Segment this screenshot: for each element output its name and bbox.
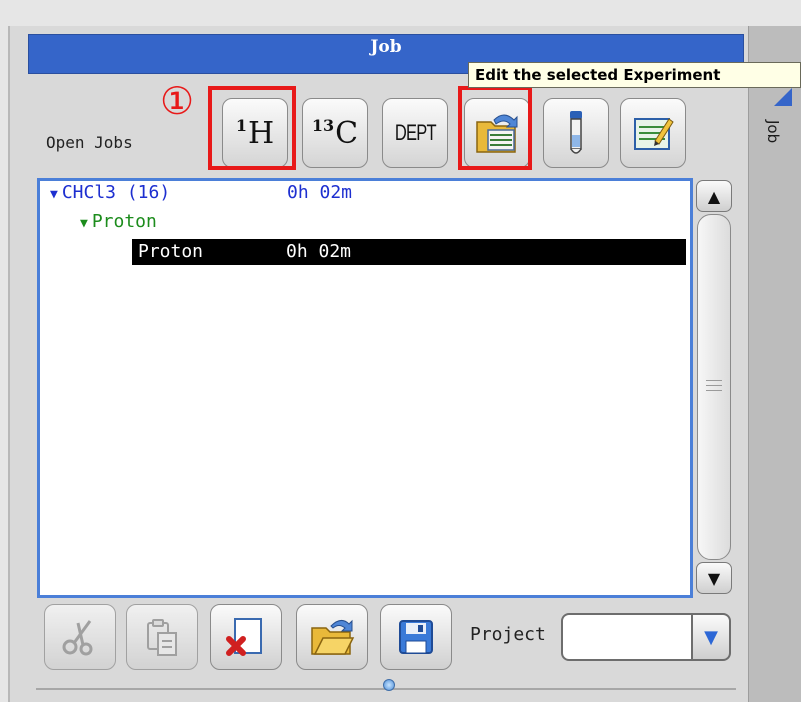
- tooltip: Edit the selected Experiment: [468, 62, 801, 88]
- edit-spectrum-button[interactable]: [620, 98, 686, 168]
- expand-triangle-icon[interactable]: ▼: [80, 216, 88, 231]
- edit-spectrum-icon: [634, 118, 674, 150]
- project-input[interactable]: [561, 613, 693, 661]
- save-job-button[interactable]: [380, 604, 452, 670]
- scroll-down-button[interactable]: ▼: [696, 562, 732, 594]
- chevron-down-icon: ▼: [704, 626, 718, 648]
- side-tab-label: Job: [764, 120, 782, 144]
- scroll-up-button[interactable]: ▲: [696, 180, 732, 212]
- save-disk-icon: [399, 620, 433, 654]
- delete-doc-icon: [226, 618, 262, 656]
- scroll-grip: [706, 380, 722, 381]
- paste-icon: [147, 619, 177, 656]
- highlight-proton-button: [208, 86, 296, 170]
- dept-experiment-button[interactable]: DEPT: [382, 98, 448, 168]
- job-row[interactable]: ▼ CHCl3 (16): [50, 180, 170, 206]
- cut-button[interactable]: [44, 604, 116, 670]
- experiment-row-time: 0h 02m: [286, 241, 352, 262]
- project-label: Project: [470, 624, 546, 645]
- scissors-icon: [62, 620, 93, 656]
- experiment-row-selected[interactable]: Proton: [132, 239, 686, 265]
- experiment-group-row[interactable]: ▼ Proton: [80, 209, 157, 235]
- carbon-experiment-button[interactable]: 13C: [302, 98, 368, 168]
- open-jobs-label: Open Jobs: [46, 133, 133, 152]
- delete-job-button[interactable]: [210, 604, 282, 670]
- carbon-label: 13C: [311, 115, 359, 151]
- project-dropdown-button[interactable]: ▼: [693, 613, 731, 661]
- scroll-grip: [706, 390, 722, 391]
- paste-button[interactable]: [126, 604, 198, 670]
- callout-1: ①: [160, 79, 195, 123]
- scroll-thumb[interactable]: [697, 214, 731, 560]
- highlight-edit-button: [458, 86, 532, 170]
- open-job-button[interactable]: [296, 604, 368, 670]
- splitter-handle[interactable]: [383, 679, 395, 691]
- open-folder-icon: [311, 619, 355, 655]
- scroll-grip: [706, 385, 722, 386]
- expand-triangle-icon[interactable]: ▼: [50, 187, 58, 202]
- sample-tube-icon: [570, 111, 582, 154]
- sample-tube-button[interactable]: [543, 98, 609, 168]
- job-row-time: 0h 02m: [287, 182, 353, 203]
- dept-label: DEPT: [394, 120, 436, 145]
